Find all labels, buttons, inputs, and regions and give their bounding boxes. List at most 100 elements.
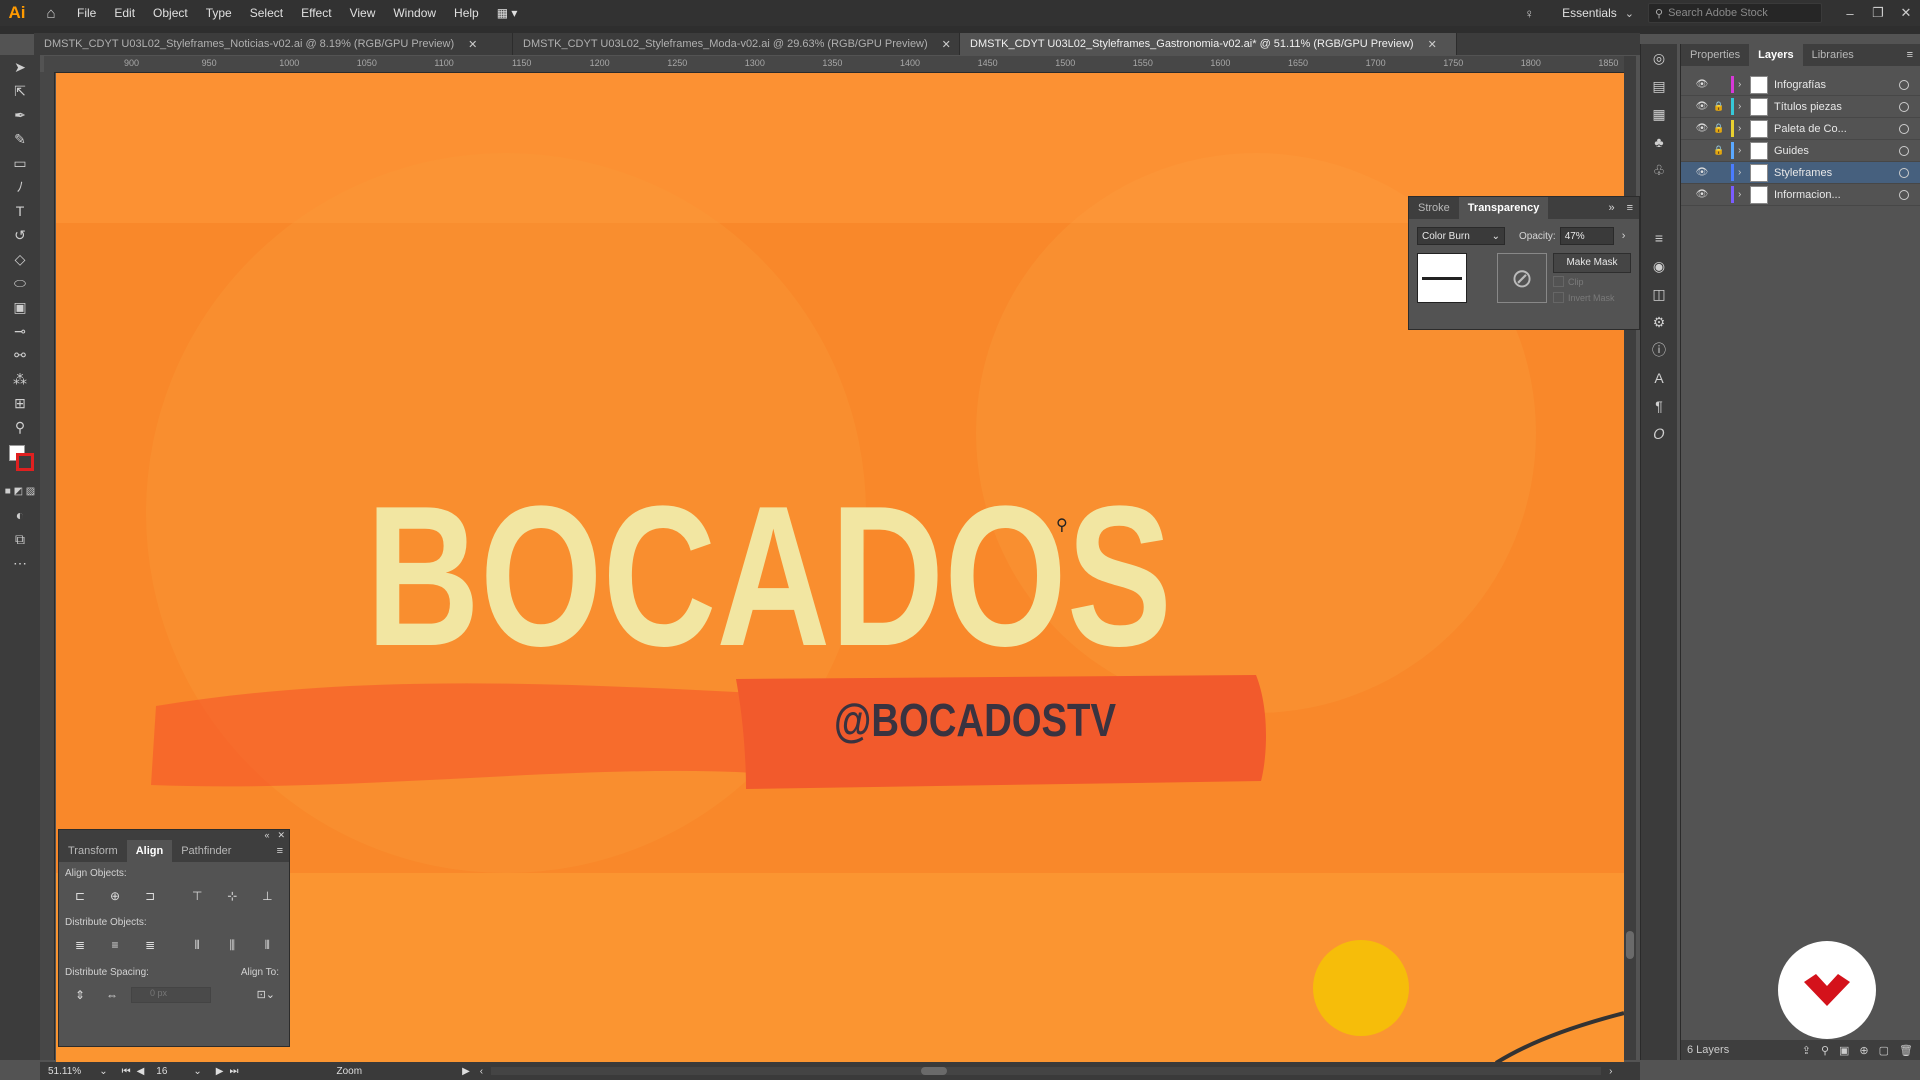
align-right-icon[interactable]: ⊐ — [141, 888, 159, 904]
expand-arrow-icon[interactable]: › — [1738, 167, 1750, 178]
expand-arrow-icon[interactable]: › — [1738, 79, 1750, 90]
clip-checkbox[interactable] — [1553, 276, 1564, 287]
collapse-icon[interactable]: « — [264, 830, 269, 840]
menu-edit[interactable]: Edit — [105, 6, 144, 20]
eraser-tool-icon[interactable]: ◇ — [0, 247, 40, 271]
panel-menu-icon[interactable]: ≡ — [1627, 202, 1633, 214]
horizontal-spacing-icon[interactable]: ⇔ — [103, 987, 121, 1003]
object-thumbnail[interactable] — [1417, 253, 1467, 303]
doc-tab-gastronomia[interactable]: DMSTK_CDYT U03L02_Styleframes_Gastronomi… — [960, 33, 1457, 55]
locate-object-icon[interactable]: ⚲ — [1821, 1044, 1829, 1057]
curvature-tool-icon[interactable]: ✎ — [0, 127, 40, 151]
menu-select[interactable]: Select — [241, 6, 292, 20]
spacing-input[interactable]: 0 px — [131, 986, 211, 1003]
more-tools-icon[interactable]: ⋯ — [0, 551, 40, 575]
tab-pathfinder[interactable]: Pathfinder — [172, 840, 240, 862]
gradient-panel-icon[interactable]: ◫ — [1641, 280, 1677, 308]
prev-artboard-icon[interactable]: ◀ — [137, 1066, 145, 1077]
tab-align[interactable]: Align — [126, 840, 173, 862]
next-artboard-icon[interactable]: ▶ — [216, 1066, 224, 1077]
menu-object[interactable]: Object — [144, 6, 197, 20]
layer-target-icon[interactable] — [1899, 167, 1909, 178]
close-tab-icon[interactable]: ✕ — [942, 38, 951, 51]
eyedropper-tool-icon[interactable]: ⊸ — [0, 319, 40, 343]
scroll-thumb[interactable] — [921, 1067, 948, 1075]
screen-mode-icon[interactable]: ⧉ — [0, 527, 40, 551]
chevron-down-icon[interactable]: ⌄ — [99, 1066, 107, 1077]
layer-row[interactable]: 👁 🔒 › Paleta de Co... — [1681, 118, 1920, 140]
layer-target-icon[interactable] — [1899, 145, 1909, 156]
arrange-documents-icon[interactable]: ▦ ▾ — [488, 6, 527, 20]
new-sublayer-icon[interactable]: ⊕ — [1859, 1044, 1868, 1057]
align-hcenter-icon[interactable]: ⊕ — [106, 888, 124, 904]
visibility-eye-icon[interactable]: 👁 — [1693, 123, 1711, 134]
layer-target-icon[interactable] — [1899, 189, 1909, 200]
minimize-button[interactable]: – — [1836, 6, 1864, 21]
scroll-thumb[interactable] — [1626, 931, 1634, 959]
rotate-tool-icon[interactable]: ↺ — [0, 223, 40, 247]
distribute-bottom-icon[interactable]: ≣ — [141, 937, 159, 953]
delete-layer-icon[interactable]: 🗑 — [1899, 1044, 1913, 1057]
visibility-eye-icon[interactable]: 👁 — [1693, 79, 1711, 90]
draw-mode-icon[interactable]: ◐ — [0, 503, 40, 527]
opacity-input[interactable]: 47% — [1559, 227, 1614, 245]
brushes-panel-icon[interactable]: ♣ — [1641, 128, 1677, 156]
export-icon[interactable]: ⇪ — [1802, 1044, 1811, 1057]
tab-transform[interactable]: Transform — [59, 840, 127, 862]
stock-search-input[interactable]: ⚲ Search Adobe Stock — [1648, 3, 1822, 23]
artboard-tool-icon[interactable]: ⊞ — [0, 391, 40, 415]
layer-target-icon[interactable] — [1899, 101, 1909, 112]
visibility-eye-icon[interactable]: 👁 — [1693, 167, 1711, 178]
distribute-hcenter-icon[interactable]: ⫼ — [223, 938, 241, 954]
scroll-left-icon[interactable]: ‹ — [480, 1066, 483, 1077]
paintbrush-tool-icon[interactable]: ﾉ — [0, 175, 40, 199]
first-artboard-icon[interactable]: ⏮ — [122, 1066, 131, 1077]
layer-target-icon[interactable] — [1899, 123, 1909, 134]
info-panel-icon[interactable]: ⓘ — [1641, 336, 1677, 364]
layer-target-icon[interactable] — [1899, 79, 1909, 90]
invert-mask-checkbox[interactable] — [1553, 292, 1564, 303]
symbol-sprayer-tool-icon[interactable]: ⁂ — [0, 367, 40, 391]
close-tab-icon[interactable]: ✕ — [468, 38, 477, 51]
align-top-icon[interactable]: ⊤ — [188, 888, 206, 904]
appearance-panel-icon[interactable]: ⚙ — [1641, 308, 1677, 336]
rectangle-tool-icon[interactable]: ▭ — [0, 151, 40, 175]
lock-icon[interactable]: 🔒 — [1711, 123, 1727, 134]
shape-builder-tool-icon[interactable]: ⬭ — [0, 271, 40, 295]
blend-tool-icon[interactable]: ⚯ — [0, 343, 40, 367]
layer-row[interactable]: 👁 🔒 › Títulos piezas — [1681, 96, 1920, 118]
layer-row[interactable]: 👁 › Informacion... — [1681, 184, 1920, 206]
make-mask-button[interactable]: Make Mask — [1553, 253, 1631, 273]
tab-properties[interactable]: Properties — [1681, 44, 1749, 66]
artboard-canvas[interactable]: BOCADOS @BOCADOSTV ⚲ — [56, 73, 1624, 1063]
lock-icon[interactable]: 🔒 — [1711, 145, 1727, 156]
tab-layers[interactable]: Layers — [1749, 44, 1803, 66]
paragraph-panel-icon[interactable]: ¶ — [1641, 392, 1677, 420]
doc-tab-noticias[interactable]: DMSTK_CDYT U03L02_Styleframes_Noticias-v… — [34, 33, 513, 55]
horizontal-scrollbar[interactable] — [491, 1067, 1602, 1075]
layer-row[interactable]: 👁 › Styleframes — [1681, 162, 1920, 184]
tab-transparency[interactable]: Transparency — [1458, 197, 1549, 219]
doc-tab-moda[interactable]: DMSTK_CDYT U03L02_Styleframes_Moda-v02.a… — [513, 33, 960, 55]
chevron-down-icon[interactable]: ⌄ — [193, 1066, 201, 1077]
color-mode-icon[interactable]: ■ ◩ ▨ — [0, 479, 40, 503]
libraries-panel-icon[interactable]: ▦ — [1641, 100, 1677, 128]
fill-stroke-swatch-icon[interactable] — [0, 439, 40, 479]
opentype-panel-icon[interactable]: 𝑂 — [1641, 420, 1677, 448]
visibility-eye-icon[interactable]: 👁 — [1693, 101, 1711, 112]
expand-arrow-icon[interactable]: › — [1738, 189, 1750, 200]
menu-window[interactable]: Window — [384, 6, 445, 20]
tab-stroke[interactable]: Stroke — [1409, 197, 1459, 219]
distribute-left-icon[interactable]: ⫴ — [188, 938, 206, 954]
close-tab-icon[interactable]: ✕ — [1428, 38, 1437, 51]
direct-selection-tool-icon[interactable]: ⇱ — [0, 79, 40, 103]
swatches-panel-icon[interactable]: ▤ — [1641, 72, 1677, 100]
mask-thumbnail[interactable]: ⊘ — [1497, 253, 1547, 303]
collapse-icon[interactable]: » — [1608, 202, 1614, 214]
gradient-tool-icon[interactable]: ▣ — [0, 295, 40, 319]
zoom-tool-icon[interactable]: ⚲ — [0, 415, 40, 439]
zoom-level[interactable]: 51.11% — [48, 1066, 81, 1077]
menu-effect[interactable]: Effect — [292, 6, 340, 20]
selection-tool-icon[interactable]: ➤ — [0, 55, 40, 79]
align-to-selection-icon[interactable]: ⊡⌄ — [257, 988, 275, 1001]
